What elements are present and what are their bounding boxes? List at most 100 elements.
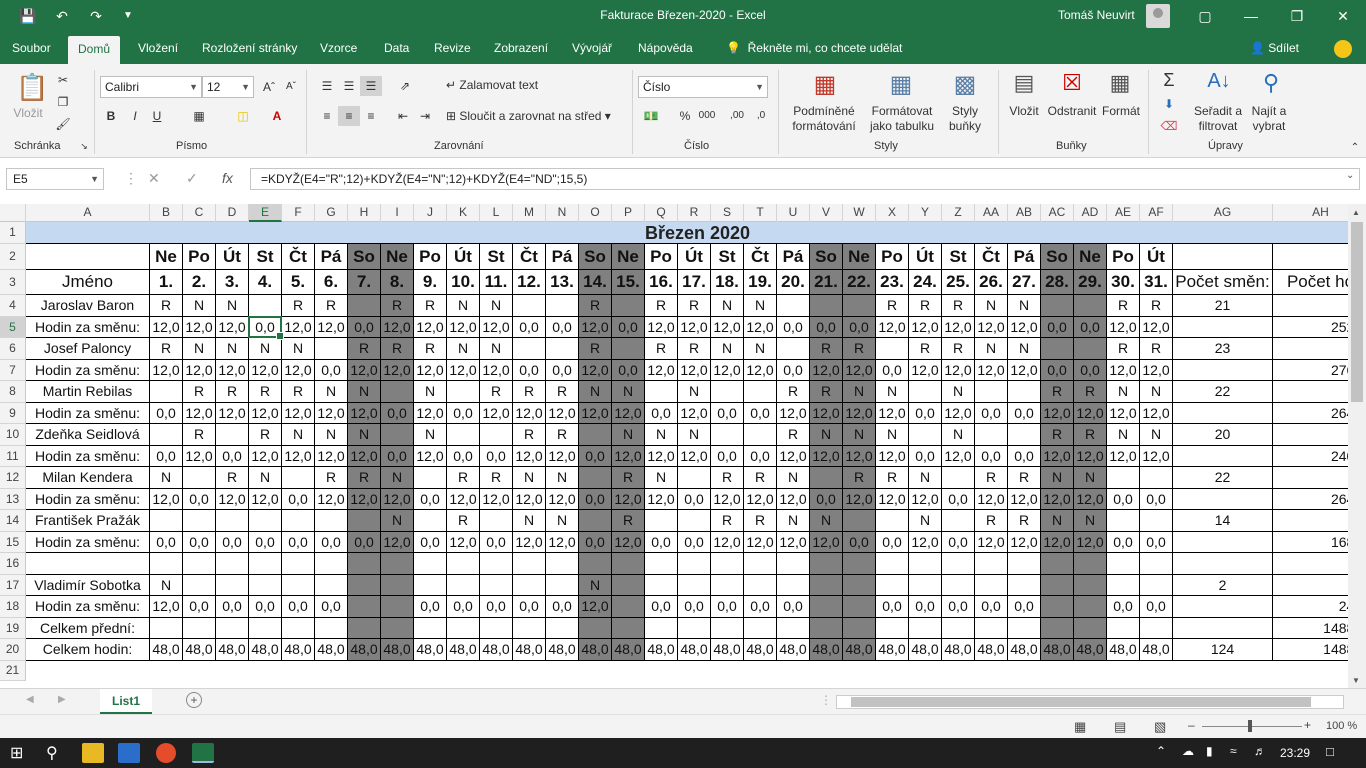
cell[interactable]: N (513, 510, 546, 532)
scroll-down-icon[interactable]: ▼ (1352, 676, 1360, 685)
column-header[interactable]: S (711, 204, 744, 222)
cell[interactable]: 0,0 (678, 489, 711, 510)
orientation-icon[interactable]: ⇗ (394, 76, 416, 96)
spreadsheet-grid[interactable]: A B C D E F G H I J K L M N O P Q R S T U V W X Y Z AA AB AC AD AE AF AG… (0, 204, 1348, 688)
cell[interactable]: N (579, 575, 612, 596)
cell[interactable] (1173, 446, 1273, 467)
tab-insert[interactable]: Vložení (136, 32, 180, 64)
cell[interactable]: 0,0 (216, 532, 249, 553)
cell[interactable]: 12,0 (1140, 403, 1173, 424)
conditional-formatting-icon[interactable]: ▦ (810, 70, 840, 102)
cell[interactable]: So (1041, 244, 1074, 270)
cell[interactable] (249, 295, 282, 317)
cell[interactable]: 0,0 (414, 489, 447, 510)
cell[interactable]: R (315, 467, 348, 489)
cell[interactable]: Josef Paloncy (26, 338, 150, 360)
cell[interactable] (744, 618, 777, 639)
align-left-icon[interactable]: ≡ (316, 106, 338, 126)
cell[interactable]: 0,0 (843, 317, 876, 338)
cell[interactable] (975, 553, 1008, 575)
cell[interactable]: 12,0 (216, 317, 249, 338)
cell[interactable] (876, 338, 909, 360)
cell[interactable]: R (216, 467, 249, 489)
cell[interactable]: N (711, 338, 744, 360)
cell[interactable]: 48,0 (975, 639, 1008, 661)
column-header[interactable]: H (348, 204, 381, 222)
row-header[interactable]: 10 (0, 424, 26, 446)
cell[interactable]: N (975, 295, 1008, 317)
cell[interactable]: 48,0 (645, 639, 678, 661)
share-button[interactable]: 👤 Sdílet (1250, 32, 1299, 64)
cell[interactable]: 13. (546, 270, 579, 295)
cell[interactable]: Pá (546, 244, 579, 270)
collapse-ribbon-icon[interactable]: ⌃ (1344, 138, 1366, 158)
cell[interactable]: N (612, 381, 645, 403)
cell[interactable]: 0,0 (447, 446, 480, 467)
cell[interactable]: 12,0 (843, 446, 876, 467)
cell[interactable]: 24. (909, 270, 942, 295)
tab-split-icon[interactable]: ⋮ (820, 693, 832, 707)
cell[interactable]: N (810, 424, 843, 446)
underline-button[interactable]: U (146, 106, 168, 126)
column-header[interactable]: Q (645, 204, 678, 222)
cell[interactable]: 0,0 (612, 317, 645, 338)
cell[interactable]: Po (876, 244, 909, 270)
cell[interactable]: R (942, 338, 975, 360)
cell[interactable]: 12,0 (843, 403, 876, 424)
cell[interactable] (876, 510, 909, 532)
cell[interactable]: Hodin za směnu: (26, 317, 150, 338)
cell[interactable]: 12,0 (348, 489, 381, 510)
tab-review[interactable]: Revize (432, 32, 473, 64)
cell[interactable] (1273, 510, 1348, 532)
cell[interactable]: 48,0 (1140, 639, 1173, 661)
cell[interactable]: 12,0 (381, 489, 414, 510)
cell[interactable]: 48,0 (1107, 639, 1140, 661)
cell[interactable]: N (1041, 467, 1074, 489)
column-header[interactable]: E (249, 204, 282, 222)
cell[interactable]: 0,0 (414, 596, 447, 618)
cell[interactable]: 18. (711, 270, 744, 295)
cell[interactable]: 0,0 (315, 360, 348, 381)
cell[interactable]: R (777, 381, 810, 403)
cell[interactable]: 0,0 (645, 596, 678, 618)
cell[interactable] (975, 424, 1008, 446)
cell[interactable]: 0,0 (315, 596, 348, 618)
cell[interactable]: 0,0 (777, 317, 810, 338)
cell[interactable] (216, 424, 249, 446)
cell[interactable]: Út (216, 244, 249, 270)
cell[interactable]: 12,0 (1107, 317, 1140, 338)
vertical-scrollbar[interactable]: ▲ ▼ (1348, 204, 1366, 688)
cell[interactable]: 12,0 (1107, 403, 1140, 424)
cell[interactable]: 0,0 (876, 596, 909, 618)
cell[interactable] (480, 553, 513, 575)
cell[interactable]: R (183, 424, 216, 446)
cell[interactable] (1273, 295, 1348, 317)
cell[interactable]: R (975, 510, 1008, 532)
cell[interactable]: N (777, 510, 810, 532)
cell[interactable]: 5. (282, 270, 315, 295)
cell[interactable] (183, 510, 216, 532)
cell[interactable] (1173, 553, 1273, 575)
cell[interactable]: 12,0 (579, 596, 612, 618)
row-header[interactable]: 11 (0, 446, 26, 467)
italic-button[interactable]: I (124, 106, 146, 126)
cell[interactable]: N (1074, 510, 1107, 532)
cell[interactable]: 0,0 (579, 489, 612, 510)
cell[interactable]: 12,0 (579, 317, 612, 338)
cell[interactable]: N (1107, 424, 1140, 446)
close-button[interactable]: ✕ (1320, 0, 1366, 32)
row-header[interactable]: 6 (0, 338, 26, 360)
cell[interactable]: R (711, 467, 744, 489)
cell[interactable] (1173, 618, 1273, 639)
cell[interactable] (777, 553, 810, 575)
cell[interactable]: R (1041, 424, 1074, 446)
cell[interactable]: N (480, 295, 513, 317)
cell[interactable]: N (480, 338, 513, 360)
cell[interactable]: R (612, 510, 645, 532)
cell[interactable]: 0,0 (711, 403, 744, 424)
column-header[interactable]: AH (1273, 204, 1348, 222)
shrink-font-icon[interactable]: Aˇ (280, 77, 302, 97)
scroll-up-icon[interactable]: ▲ (1352, 208, 1360, 217)
cell[interactable] (348, 618, 381, 639)
cell[interactable]: 0,0 (183, 532, 216, 553)
